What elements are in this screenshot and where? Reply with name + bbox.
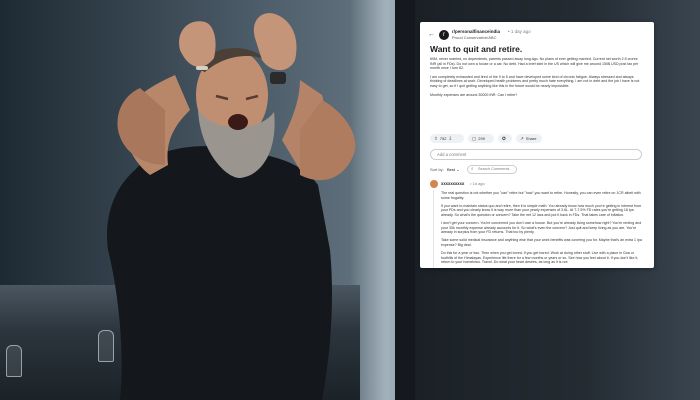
comment-count: 299	[478, 136, 485, 141]
post-paragraph: Monthly expenses are around 30000 INR. C…	[430, 92, 518, 97]
comment-time: • 1d ago	[470, 181, 485, 186]
award-icon: ✪	[502, 136, 506, 141]
comment-paragraph: The real question is not whether you "ca…	[441, 191, 641, 200]
share-label: Share	[525, 136, 537, 141]
vote-button[interactable]: ⇧ 752 ⇩	[430, 134, 464, 143]
comment-paragraph: Do this for a year or two. Then when you…	[441, 250, 639, 265]
post-paragraph: I am completely exhausted and tired of t…	[430, 74, 640, 88]
upvote-icon[interactable]: ⇧	[434, 136, 438, 141]
comments-button[interactable]: ▢ 299	[468, 134, 494, 143]
comment-paragraph: If you want to maintain status quo and r…	[441, 203, 642, 217]
hand-right	[253, 13, 297, 71]
comment-body: The real question is not whether you "ca…	[441, 191, 643, 268]
commenter-username[interactable]: xxxxxxxxxx	[441, 181, 464, 186]
user-flair: Proud Conservative/ABC	[452, 35, 497, 40]
post-paragraph: 60M, never married, no dependents, paren…	[430, 57, 639, 71]
comment-paragraph: Take some solid medical insurance and an…	[441, 238, 642, 247]
sort-dropdown[interactable]: Best ⌄	[447, 167, 459, 172]
post-time: • 1 day ago	[508, 29, 531, 34]
subreddit-avatar[interactable]: r	[439, 30, 449, 40]
post-actions: ⇧ 752 ⇩ ▢ 299 ✪ ↗ Share	[430, 134, 644, 143]
top-comment: xxxxxxxxxx • 1d ago The real question is…	[430, 180, 644, 268]
comment-icon: ▢	[472, 136, 477, 141]
open-mouth	[228, 114, 248, 130]
reddit-post-card: ← r r/personalfinanceindia • 1 day ago P…	[420, 22, 654, 268]
award-button[interactable]: ✪	[498, 134, 512, 143]
comment-thread-line[interactable]	[433, 190, 434, 268]
wristwatch	[270, 72, 286, 84]
commenter-avatar[interactable]	[430, 180, 438, 188]
subreddit-name[interactable]: r/personalfinanceindia	[452, 29, 500, 34]
sort-row: Sort by: Best ⌄ ⌕ Search Comments	[430, 165, 644, 175]
share-icon: ↗	[520, 136, 524, 141]
post-body: 60M, never married, no dependents, paren…	[430, 57, 644, 101]
bracelet	[196, 66, 208, 70]
vote-count: 752	[439, 136, 447, 141]
add-comment-input[interactable]: Add a comment	[430, 149, 642, 160]
hand-left	[179, 21, 216, 67]
post-title: Want to quit and retire.	[430, 44, 523, 54]
sort-label: Sort by:	[430, 167, 444, 172]
share-button[interactable]: ↗ Share	[516, 134, 542, 143]
search-comments-input[interactable]: Search Comments	[467, 165, 517, 174]
comment-paragraph: I don't get your concern. You're concern…	[441, 220, 642, 235]
post-header: ← r r/personalfinanceindia • 1 day ago P…	[428, 29, 648, 43]
distressed-man-figure	[107, 13, 356, 400]
tshirt	[107, 146, 333, 400]
back-arrow-icon[interactable]: ←	[428, 31, 435, 38]
downvote-icon[interactable]: ⇩	[448, 136, 452, 141]
